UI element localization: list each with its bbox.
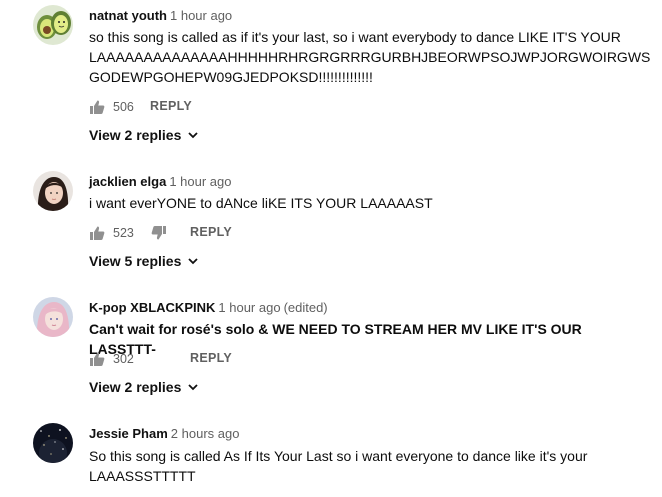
- like-count: 302: [113, 352, 134, 366]
- avatar[interactable]: [33, 297, 73, 337]
- comment-line: i want everYONE to dANce liKE ITS YOUR L…: [89, 195, 433, 211]
- chevron-down-icon: [188, 384, 198, 391]
- chevron-down-icon: [188, 132, 198, 139]
- comment-line: So this song is called As If Its Your La…: [89, 448, 588, 464]
- reply-label: REPLY: [150, 99, 193, 113]
- author-name[interactable]: natnat youth: [89, 8, 167, 23]
- like-button[interactable]: 302: [89, 351, 134, 367]
- comment-meta: K-pop XBLACKPINK 1 hour ago (edited): [89, 300, 328, 316]
- author-name[interactable]: jacklien elga: [89, 174, 166, 189]
- timestamp[interactable]: 1 hour ago: [169, 174, 231, 189]
- timestamp[interactable]: 2 hours ago: [171, 426, 240, 441]
- comment-actions: 302 REPLY: [89, 351, 289, 371]
- view-replies-label: View 2 replies: [89, 379, 182, 395]
- avatar[interactable]: [33, 423, 73, 463]
- like-button[interactable]: 506: [89, 99, 134, 115]
- comment-text: So this song is called As If Its Your La…: [89, 446, 649, 486]
- view-replies-label: View 5 replies: [89, 253, 182, 269]
- thumbs-up-icon: [90, 352, 105, 366]
- comment-actions: 523 REPLY: [89, 225, 289, 245]
- thumbs-down-icon: [151, 226, 166, 240]
- thumbs-up-icon: [90, 100, 105, 114]
- author-name[interactable]: Jessie Pham: [89, 426, 168, 441]
- reply-label: REPLY: [190, 351, 233, 365]
- comment-line: GODEWPGOHEPW09GJEDPOKSD!!!!!!!!!!!!!!: [89, 69, 373, 85]
- like-count: 506: [113, 100, 134, 114]
- chevron-down-icon: [188, 258, 198, 265]
- girl-avatar-icon: [33, 171, 73, 211]
- view-replies-button[interactable]: View 2 replies: [89, 379, 199, 395]
- like-count: 523: [113, 226, 134, 240]
- like-button[interactable]: 523: [89, 225, 134, 241]
- pink-hair-avatar-icon: [33, 297, 73, 337]
- comment-line: so this song is called as if it's your l…: [89, 29, 621, 45]
- view-replies-button[interactable]: View 5 replies: [89, 253, 199, 269]
- comment-text: i want everYONE to dANce liKE ITS YOUR L…: [89, 193, 649, 213]
- edited-label: (edited): [283, 300, 328, 315]
- view-replies-button[interactable]: View 2 replies: [89, 127, 199, 143]
- comment-meta: natnat youth 1 hour ago: [89, 8, 232, 24]
- avatar[interactable]: [33, 171, 73, 211]
- reply-button[interactable]: REPLY: [190, 351, 232, 365]
- author-name[interactable]: K-pop XBLACKPINK: [89, 300, 215, 315]
- comment-line: LAAASSSTTTTT: [89, 468, 196, 484]
- comment-meta: Jessie Pham 2 hours ago: [89, 426, 239, 442]
- timestamp[interactable]: 1 hour ago: [218, 300, 280, 315]
- night-sky-avatar-icon: [33, 423, 73, 463]
- reply-button[interactable]: REPLY: [150, 99, 192, 113]
- comment-text: so this song is called as if it's your l…: [89, 27, 651, 87]
- timestamp[interactable]: 1 hour ago: [170, 8, 232, 23]
- comment-actions: 506 REPLY: [89, 99, 289, 119]
- comment-line: LAAAAAAAAAAAAAAHHHHHRHRGRGRRRGURBHJBEORW…: [89, 49, 651, 65]
- thumbs-up-icon: [90, 226, 105, 240]
- reply-label: REPLY: [190, 225, 233, 239]
- comment-meta: jacklien elga 1 hour ago: [89, 174, 232, 190]
- avocado-avatar-icon: [33, 5, 73, 45]
- avatar[interactable]: [33, 5, 73, 45]
- reply-button[interactable]: REPLY: [190, 225, 232, 239]
- dislike-button[interactable]: [151, 225, 167, 241]
- view-replies-label: View 2 replies: [89, 127, 182, 143]
